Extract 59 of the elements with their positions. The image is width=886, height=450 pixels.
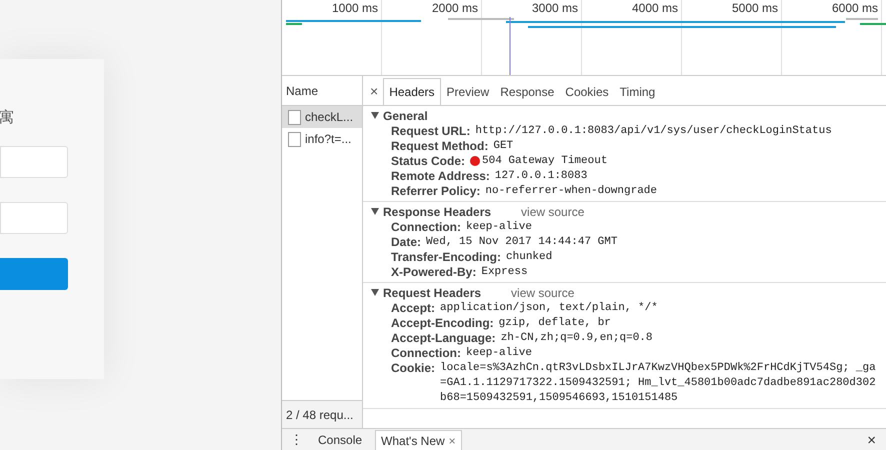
time-tick-label: 5000 ms	[732, 0, 778, 17]
time-tick-label: 6000 ms	[832, 0, 878, 17]
header-key: Request Method:	[391, 139, 488, 154]
detail-tab[interactable]: Cookies	[560, 78, 614, 105]
time-tick-label: 1000 ms	[332, 0, 378, 17]
section-title[interactable]: Response Headers	[383, 202, 492, 220]
header-value: zh-CN,zh;q=0.9,en;q=0.8	[500, 331, 653, 346]
drawer-tab[interactable]: Console	[313, 430, 368, 450]
header-value: GET	[493, 139, 514, 154]
header-value: gzip, deflate, br	[498, 316, 611, 331]
header-value: http://127.0.0.1:8083/api/v1/sys/user/checkLoginStatus	[475, 124, 832, 139]
header-key: X-Powered-By:	[391, 265, 476, 280]
request-count: 2 / 48 requ...	[282, 400, 362, 428]
header-key: Accept-Encoding:	[391, 316, 494, 331]
detail-tab[interactable]: Timing	[614, 78, 660, 105]
time-tick-label: 2000 ms	[432, 0, 478, 17]
drawer-tab[interactable]: What's New ×	[375, 430, 462, 450]
detail-tab[interactable]: Preview	[442, 78, 494, 105]
file-icon	[288, 132, 301, 146]
expanded-triangle-icon[interactable]	[371, 112, 379, 119]
close-button[interactable]: ×	[863, 430, 880, 450]
header-value: 127.0.0.1:8083	[494, 169, 588, 184]
section-title[interactable]: Request Headers	[383, 284, 482, 302]
header-value: Wed, 15 Nov 2017 14:44:47 GMT	[426, 235, 618, 250]
header-key: Connection:	[391, 346, 461, 361]
more-menu-button[interactable]: ⋮	[288, 430, 305, 450]
detail-tab[interactable]: Response	[495, 78, 560, 105]
header-value: no-referrer-when-downgrade	[485, 184, 658, 199]
expanded-triangle-icon[interactable]	[371, 208, 379, 215]
header-key: Remote Address:	[391, 169, 490, 184]
header-key: Date:	[391, 235, 422, 250]
header-key: Status Code:	[391, 154, 466, 169]
header-value: chunked	[506, 250, 552, 265]
request-row[interactable]: info?t=...	[282, 128, 362, 150]
header-value: 504 Gateway Timeout	[482, 154, 608, 169]
time-tick-label: 4000 ms	[632, 0, 678, 17]
request-row[interactable]: checkL...	[282, 106, 362, 128]
file-icon	[288, 110, 301, 124]
header-key: Accept:	[391, 301, 436, 316]
header-value: application/json, text/plain, */*	[440, 301, 658, 316]
close-button[interactable]: ×	[366, 77, 382, 105]
expanded-triangle-icon[interactable]	[371, 289, 379, 296]
header-value: locale=s%3AzhCn.qtR3vLDsbxILJrA7KwzVHQbex5PDWk%2FrHCdKjTV54Sg; _ga=GA1.1.1129717322.1509432591; Hm_lvt_45801b00adc7dadbe891ac280d302b68=1509432591,1509546693,1510151485	[440, 361, 877, 406]
header-key: Accept-Language:	[391, 331, 496, 346]
header-value: Express	[481, 265, 528, 280]
view-source-link[interactable]: view source	[511, 284, 574, 302]
header-key: Request URL:	[391, 124, 470, 139]
time-tick-label: 3000 ms	[532, 0, 578, 17]
section-title[interactable]: General	[383, 106, 428, 124]
header-value: keep-alive	[466, 220, 532, 235]
header-key: Connection:	[391, 220, 461, 235]
input-field[interactable]	[0, 146, 68, 178]
header-value: keep-alive	[466, 346, 532, 361]
view-source-link[interactable]: view source	[521, 202, 584, 220]
header-key: Transfer-Encoding:	[391, 250, 502, 265]
detail-tab[interactable]: Headers	[383, 78, 441, 105]
header-key: Referrer Policy:	[391, 184, 480, 199]
input-field[interactable]	[0, 202, 68, 234]
header-key: Cookie:	[391, 361, 436, 376]
